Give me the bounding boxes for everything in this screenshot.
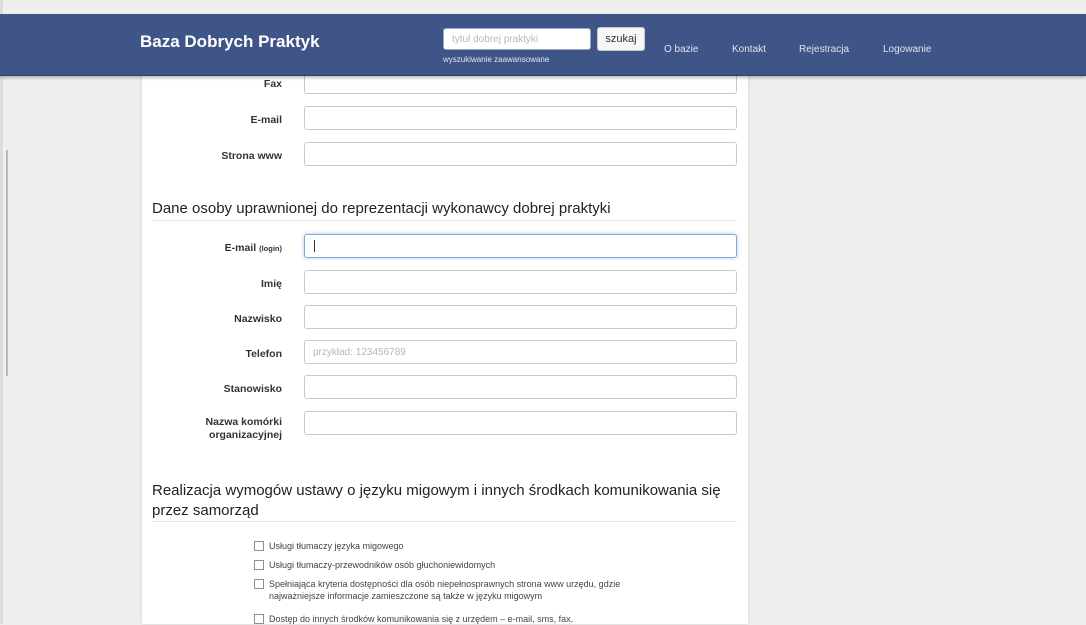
window-left-edge	[0, 0, 8, 624]
checkbox-label-line1: Spełniająca kryteria dostępności dla osó…	[269, 579, 621, 589]
nav-item-login[interactable]: Logowanie	[883, 44, 931, 55]
form-panel: Fax E-mail Strona www Dane osoby uprawni…	[142, 70, 748, 624]
checkbox[interactable]	[254, 541, 264, 551]
top-navigation-bar: Baza Dobrych Praktyk szukaj wyszukiwanie…	[0, 14, 1086, 76]
org-unit-label-line2: organizacyjnej	[209, 429, 282, 441]
login-suffix: (login)	[259, 244, 282, 253]
first-name-field[interactable]	[304, 270, 737, 294]
nav-item-contact[interactable]: Kontakt	[732, 44, 766, 55]
site-brand[interactable]: Baza Dobrych Praktyk	[140, 32, 320, 52]
website-label: Strona www	[221, 150, 282, 162]
representative-section-heading: Dane osoby uprawnionej do reprezentacji …	[152, 200, 611, 217]
sign-language-section-heading: Realizacja wymogów ustawy o języku migow…	[152, 481, 737, 521]
nav-item-register[interactable]: Rejestracja	[799, 44, 849, 55]
sign-language-heading-line1: Realizacja wymogów ustawy o języku migow…	[152, 482, 721, 499]
section-divider-2	[152, 521, 737, 522]
text-caret	[314, 240, 315, 252]
checkbox-label: Usługi tłumaczy-przewodników osób głucho…	[269, 560, 496, 570]
login-email-label-text: E-mail	[224, 242, 257, 254]
position-field[interactable]	[304, 375, 737, 399]
advanced-search-link[interactable]: wyszukiwanie zaawansowane	[443, 55, 549, 64]
email-label: E-mail	[250, 114, 282, 126]
login-email-field[interactable]	[304, 234, 737, 258]
first-name-label: Imię	[260, 278, 282, 290]
phone-label: Telefon	[245, 348, 282, 360]
email-field[interactable]	[304, 106, 737, 130]
website-field[interactable]	[304, 142, 737, 166]
checkbox-label: Dostęp do innych środków komunikowania s…	[269, 614, 574, 624]
checkbox[interactable]	[254, 579, 264, 589]
checkbox-label: Spełniająca kryteria dostępności dla osó…	[269, 578, 724, 602]
nav-item-about[interactable]: O bazie	[664, 44, 698, 55]
position-label: Stanowisko	[223, 383, 282, 395]
search-input[interactable]	[443, 28, 591, 50]
org-unit-field[interactable]	[304, 411, 737, 435]
section-divider	[152, 220, 737, 221]
checkbox[interactable]	[254, 614, 264, 624]
scroll-marker	[6, 150, 8, 376]
checkbox-label-line2: najważniejsze informacje zamieszczone są…	[269, 591, 543, 601]
last-name-label: Nazwisko	[234, 313, 282, 325]
org-unit-label: Nazwa komórki organizacyjnej	[142, 416, 282, 442]
checkbox[interactable]	[254, 560, 264, 570]
search-button[interactable]: szukaj	[597, 27, 645, 51]
last-name-field[interactable]	[304, 305, 737, 329]
login-email-label: E-mail (login)	[142, 242, 282, 254]
sign-language-heading-line2: przez samorząd	[152, 502, 259, 519]
org-unit-label-line1: Nazwa komórki	[205, 416, 282, 428]
checkbox-label: Usługi tłumaczy języka migowego	[269, 541, 404, 551]
fax-label: Fax	[263, 78, 282, 90]
phone-field[interactable]	[304, 340, 737, 364]
